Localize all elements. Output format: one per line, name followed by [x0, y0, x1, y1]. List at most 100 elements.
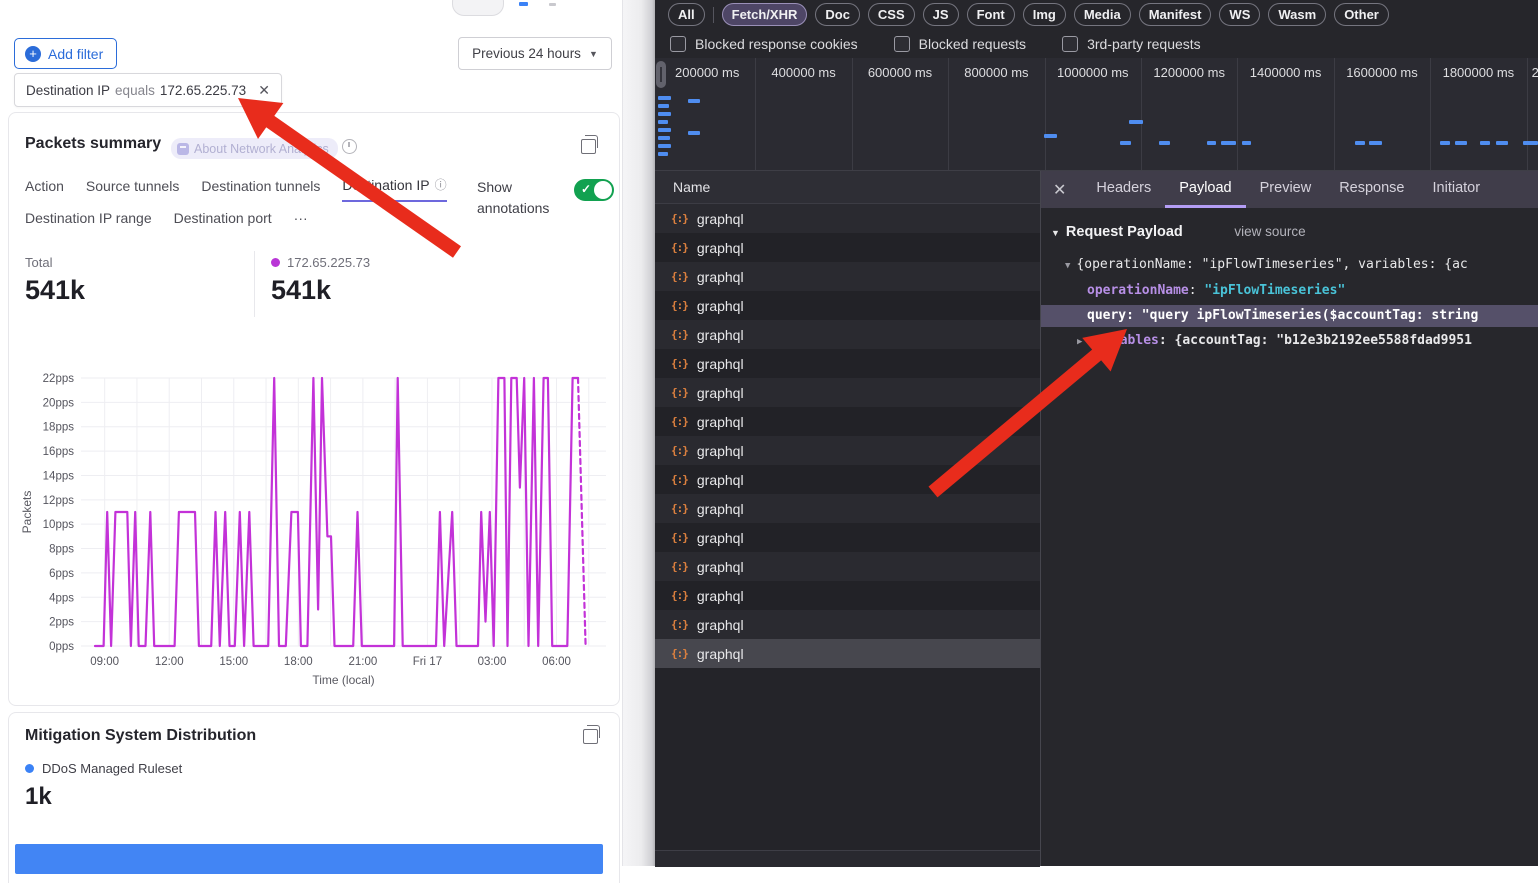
request-timing-mark	[1369, 141, 1382, 145]
request-timing-mark	[688, 99, 700, 103]
packets-chart: 0pps2pps4pps6pps8pps10pps12pps14pps16pps…	[15, 366, 613, 696]
add-filter-button[interactable]: + Add filter	[14, 38, 117, 69]
series-dot	[271, 258, 280, 267]
svg-text:10pps: 10pps	[43, 519, 75, 531]
request-row[interactable]: {:}graphql	[655, 552, 1040, 581]
payload-query-row-highlighted[interactable]: query: "query ipFlowTimeseries($accountT…	[1041, 305, 1538, 327]
tab-destination-tunnels[interactable]: Destination tunnels	[201, 176, 320, 202]
tab-label: Destination tunnels	[201, 178, 320, 194]
json-braces-icon: {:}	[671, 328, 688, 341]
request-timing-mark	[1480, 141, 1490, 145]
request-row[interactable]: {:}graphql	[655, 465, 1040, 494]
triangle-down-icon[interactable]: ▼	[1051, 228, 1060, 238]
expand-panel-icon[interactable]	[583, 729, 598, 744]
filter-pill-ws[interactable]: WS	[1219, 3, 1260, 26]
name-column-header: Name	[673, 179, 710, 195]
tab-label: Destination IP	[342, 177, 429, 193]
packets-tabs-row2: Destination IP range Destination port ···	[25, 210, 308, 233]
expand-panel-icon[interactable]	[581, 139, 596, 154]
checkbox-icon[interactable]	[670, 36, 686, 52]
filter-chip[interactable]: Destination IP equals 172.65.225.73 ✕	[14, 73, 282, 107]
about-network-analytics-badge[interactable]: About Network Analytics	[171, 138, 338, 159]
tab-[interactable]: ···	[294, 210, 308, 233]
svg-text:09:00: 09:00	[90, 656, 119, 668]
request-row[interactable]: {:}graphql	[655, 349, 1040, 378]
filter-pill-other[interactable]: Other	[1334, 3, 1389, 26]
time-range-select[interactable]: Previous 24 hours ▼	[458, 37, 612, 70]
analytics-panel: All traffic + Add filter Previous 24 hou…	[0, 0, 655, 866]
filter-pill-js[interactable]: JS	[923, 3, 959, 26]
checkbox-blocked-response-cookies[interactable]: Blocked response cookies	[670, 36, 858, 52]
tab-label: Destination port	[174, 210, 272, 226]
tab-source-tunnels[interactable]: Source tunnels	[86, 176, 179, 202]
detail-tab-response[interactable]: Response	[1325, 171, 1418, 208]
mitigation-legend-label: DDoS Managed Ruleset	[42, 761, 182, 776]
json-braces-icon: {:}	[671, 473, 688, 486]
payload-key: operationName	[1087, 283, 1189, 298]
network-overview-timeline[interactable]: 200000 ms400000 ms600000 ms800000 ms1000…	[655, 58, 1538, 171]
request-row[interactable]: {:}graphql	[655, 610, 1040, 639]
filter-field: Destination IP	[26, 83, 110, 98]
tab-destination-ip[interactable]: Destination IPⓘ	[342, 176, 446, 202]
detail-tab-payload[interactable]: Payload	[1165, 171, 1245, 208]
tab-destination-port[interactable]: Destination port	[174, 210, 272, 233]
filter-pill-font[interactable]: Font	[967, 3, 1015, 26]
filter-pill-wasm[interactable]: Wasm	[1268, 3, 1326, 26]
detail-tab-initiator[interactable]: Initiator	[1419, 171, 1495, 208]
annotations-toggle[interactable]: ✓	[574, 179, 614, 201]
filter-pill-manifest[interactable]: Manifest	[1139, 3, 1212, 26]
request-row[interactable]: {:}graphql	[655, 204, 1040, 233]
filter-pill-fetch-xhr[interactable]: Fetch/XHR	[722, 3, 808, 26]
clock-icon	[342, 139, 357, 154]
timeline-tick-label: 1800000 ms	[1430, 65, 1526, 80]
detail-tab-preview[interactable]: Preview	[1246, 171, 1326, 208]
mitigation-card: Mitigation System Distribution DDoS Mana…	[8, 712, 620, 883]
filter-pill-all[interactable]: All	[668, 3, 705, 26]
request-row[interactable]: {:}graphql	[655, 407, 1040, 436]
request-row[interactable]: {:}graphql	[655, 291, 1040, 320]
request-row[interactable]: {:}graphql	[655, 320, 1040, 349]
request-row[interactable]: {:}graphql	[655, 581, 1040, 610]
request-row[interactable]: {:}graphql	[655, 262, 1040, 291]
checkbox-3rd-party-requests[interactable]: 3rd-party requests	[1062, 36, 1201, 52]
requests-table-header[interactable]: Name	[655, 171, 1040, 204]
request-row[interactable]: {:}graphql	[655, 494, 1040, 523]
close-icon[interactable]: ✕	[1053, 180, 1066, 200]
request-row[interactable]: {:}graphql	[655, 378, 1040, 407]
remove-filter-icon[interactable]: ✕	[258, 82, 270, 99]
checkbox-icon[interactable]	[1062, 36, 1078, 52]
request-row[interactable]: {:}graphql	[655, 233, 1040, 262]
timeline-tick-label: 1000000 ms	[1045, 65, 1141, 80]
network-filter-checkboxes: Blocked response cookies Blocked requests…	[655, 29, 1538, 58]
tab-action[interactable]: Action	[25, 176, 64, 202]
tab-destination-ip-range[interactable]: Destination IP range	[25, 210, 152, 233]
checkbox-icon[interactable]	[894, 36, 910, 52]
request-timing-mark	[688, 131, 700, 135]
filter-pill-doc[interactable]: Doc	[815, 3, 860, 26]
svg-text:0pps: 0pps	[49, 641, 74, 653]
request-row[interactable]: {:}graphql	[655, 639, 1040, 668]
plus-circle-icon: +	[25, 46, 41, 62]
request-row[interactable]: {:}graphql	[655, 523, 1040, 552]
partial-toolbar-pill	[452, 0, 504, 16]
request-name: graphql	[697, 211, 744, 227]
view-source-link[interactable]: view source	[1234, 224, 1305, 239]
mitigation-value: 1k	[25, 783, 52, 811]
detail-tab-headers[interactable]: Headers	[1082, 171, 1165, 208]
triangle-down-icon[interactable]: ▼	[1065, 261, 1070, 271]
request-row[interactable]: {:}graphql	[655, 436, 1040, 465]
filter-pill-media[interactable]: Media	[1074, 3, 1131, 26]
packets-tabs-row1: Action Source tunnels Destination tunnels D…	[25, 176, 447, 202]
network-filter-pills: All Fetch/XHR Doc CSS JS Font Img Media Manifest…	[655, 0, 1538, 29]
timeline-column: 600000 ms	[852, 58, 949, 170]
triangle-right-icon[interactable]: ▶	[1077, 337, 1082, 347]
filter-pill-img[interactable]: Img	[1023, 3, 1066, 26]
time-range-value: Previous 24 hours	[472, 46, 581, 61]
timeline-column: 1800000 ms	[1430, 58, 1527, 170]
timeline-column: 1200000 ms	[1141, 58, 1238, 170]
payload-key: variables	[1088, 333, 1158, 348]
filter-pill-css[interactable]: CSS	[868, 3, 915, 26]
timeline-column: 200000 ms	[659, 58, 756, 170]
checkbox-blocked-requests[interactable]: Blocked requests	[894, 36, 1026, 52]
json-braces-icon: {:}	[671, 241, 688, 254]
